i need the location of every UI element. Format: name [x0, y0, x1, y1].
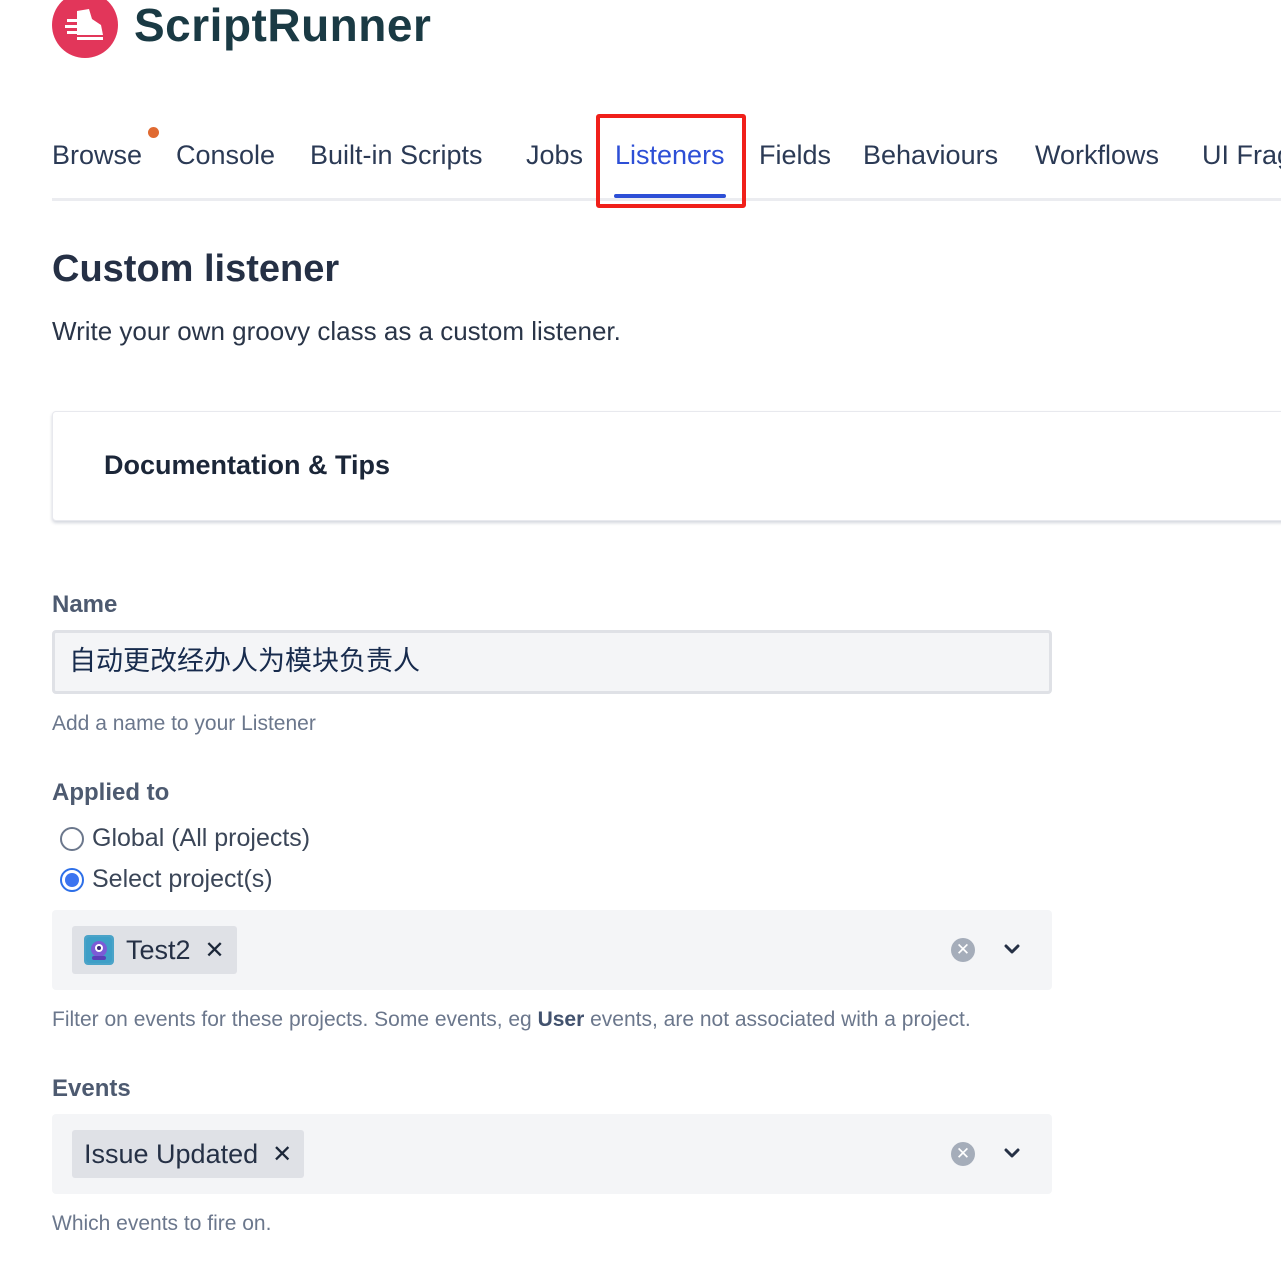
project-chip-label: Test2	[126, 934, 191, 965]
radio-select-projects[interactable]: Select project(s)	[60, 865, 273, 894]
tab-jobs[interactable]: Jobs	[526, 140, 583, 171]
projects-help-suffix: events, are not associated with a projec…	[584, 1008, 971, 1031]
radio-button[interactable]	[60, 826, 84, 851]
tab-workflows[interactable]: Workflows	[1035, 140, 1159, 171]
events-select[interactable]: Issue Updated ✕ ✕	[52, 1114, 1052, 1194]
page: ScriptRunner Browse Console Built-in Scr…	[0, 0, 1281, 1261]
events-help-text: Which events to fire on.	[52, 1212, 272, 1235]
clear-circle-icon[interactable]: ✕	[951, 938, 975, 962]
event-chip-label: Issue Updated	[84, 1138, 259, 1169]
close-icon[interactable]: ✕	[205, 936, 225, 965]
clear-circle-icon[interactable]: ✕	[951, 1142, 975, 1166]
app-name: ScriptRunner	[134, 0, 432, 51]
annotation-highlight-box	[596, 114, 746, 208]
applied-to-label: Applied to	[52, 779, 170, 806]
notification-dot	[148, 127, 159, 138]
tab-browse[interactable]: Browse	[52, 140, 142, 171]
radio-button-checked[interactable]	[60, 867, 84, 892]
projects-help-text: Filter on events for these projects. Som…	[52, 1008, 971, 1032]
event-chip: Issue Updated ✕	[72, 1130, 305, 1178]
documentation-tips-panel[interactable]: Documentation & Tips	[52, 411, 1281, 521]
radio-global-label: Global (All projects)	[92, 824, 311, 852]
page-subtitle: Write your own groovy class as a custom …	[52, 316, 621, 346]
tab-behaviours[interactable]: Behaviours	[863, 140, 998, 171]
close-icon[interactable]: ✕	[272, 1140, 292, 1169]
project-chip: Test2 ✕	[72, 926, 237, 974]
radio-global[interactable]: Global (All projects)	[60, 824, 310, 853]
app-logo[interactable]: ScriptRunner	[52, 0, 431, 58]
chevron-down-icon[interactable]	[1001, 938, 1023, 960]
tab-built-in-scripts[interactable]: Built-in Scripts	[310, 140, 483, 171]
name-input[interactable]: 自动更改经办人为模块负责人	[52, 630, 1052, 694]
tab-fields[interactable]: Fields	[759, 140, 831, 171]
tab-console[interactable]: Console	[176, 140, 275, 171]
chevron-down-icon[interactable]	[1001, 1142, 1023, 1164]
projects-help-bold: User	[537, 1008, 585, 1031]
documentation-tips-label: Documentation & Tips	[104, 450, 391, 480]
tab-ui-fragments[interactable]: UI Frag	[1202, 140, 1281, 171]
name-label: Name	[52, 591, 118, 618]
project-avatar-icon	[84, 935, 114, 965]
events-label: Events	[52, 1075, 131, 1102]
name-help-text: Add a name to your Listener	[52, 712, 316, 735]
project-select[interactable]: Test2 ✕ ✕	[52, 910, 1052, 990]
projects-help-prefix: Filter on events for these projects. Som…	[52, 1008, 538, 1031]
page-title: Custom listener	[52, 248, 340, 290]
running-shoe-icon	[52, 0, 118, 58]
radio-select-projects-label: Select project(s)	[92, 865, 273, 893]
